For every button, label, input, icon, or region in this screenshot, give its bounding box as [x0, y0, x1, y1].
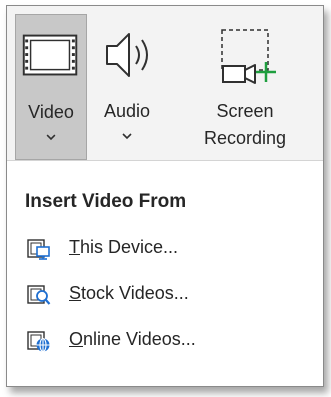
screen-recording-icon [221, 29, 276, 84]
video-button[interactable]: Video [15, 14, 87, 160]
menu-item-stock-videos[interactable]: Stock Videos... [17, 275, 313, 315]
screen-button-label-line1: Screen [216, 101, 274, 121]
menu-item-label: Online Videos... [69, 329, 196, 349]
device-video-icon [27, 239, 50, 260]
online-video-icon [27, 331, 50, 353]
screen-recording-button[interactable]: Screen Recording [167, 14, 323, 160]
menu-item-label: This Device... [69, 237, 179, 257]
menu-item-this-device[interactable]: This Device... [17, 229, 313, 269]
audio-button[interactable]: Audio [91, 14, 163, 160]
chevron-down-icon [122, 133, 132, 140]
insert-video-menu: Insert Video From This Device... Stock V… [7, 160, 323, 386]
menu-item-label: Stock Videos... [69, 283, 189, 303]
media-ribbon-group: Video Audio Screen Recording [7, 6, 323, 160]
insert-video-panel: Video Audio Screen Recording Insert Vide… [6, 5, 324, 387]
menu-item-online-videos[interactable]: Online Videos... [17, 321, 313, 361]
screen-button-label-line2: Recording [203, 128, 287, 148]
audio-button-label: Audio [103, 101, 151, 121]
menu-heading: Insert Video From [25, 191, 187, 212]
video-button-label: Video [28, 102, 74, 122]
chevron-down-icon [46, 134, 56, 141]
speaker-icon [106, 33, 148, 77]
film-icon [22, 34, 78, 76]
stock-video-icon [27, 285, 51, 305]
